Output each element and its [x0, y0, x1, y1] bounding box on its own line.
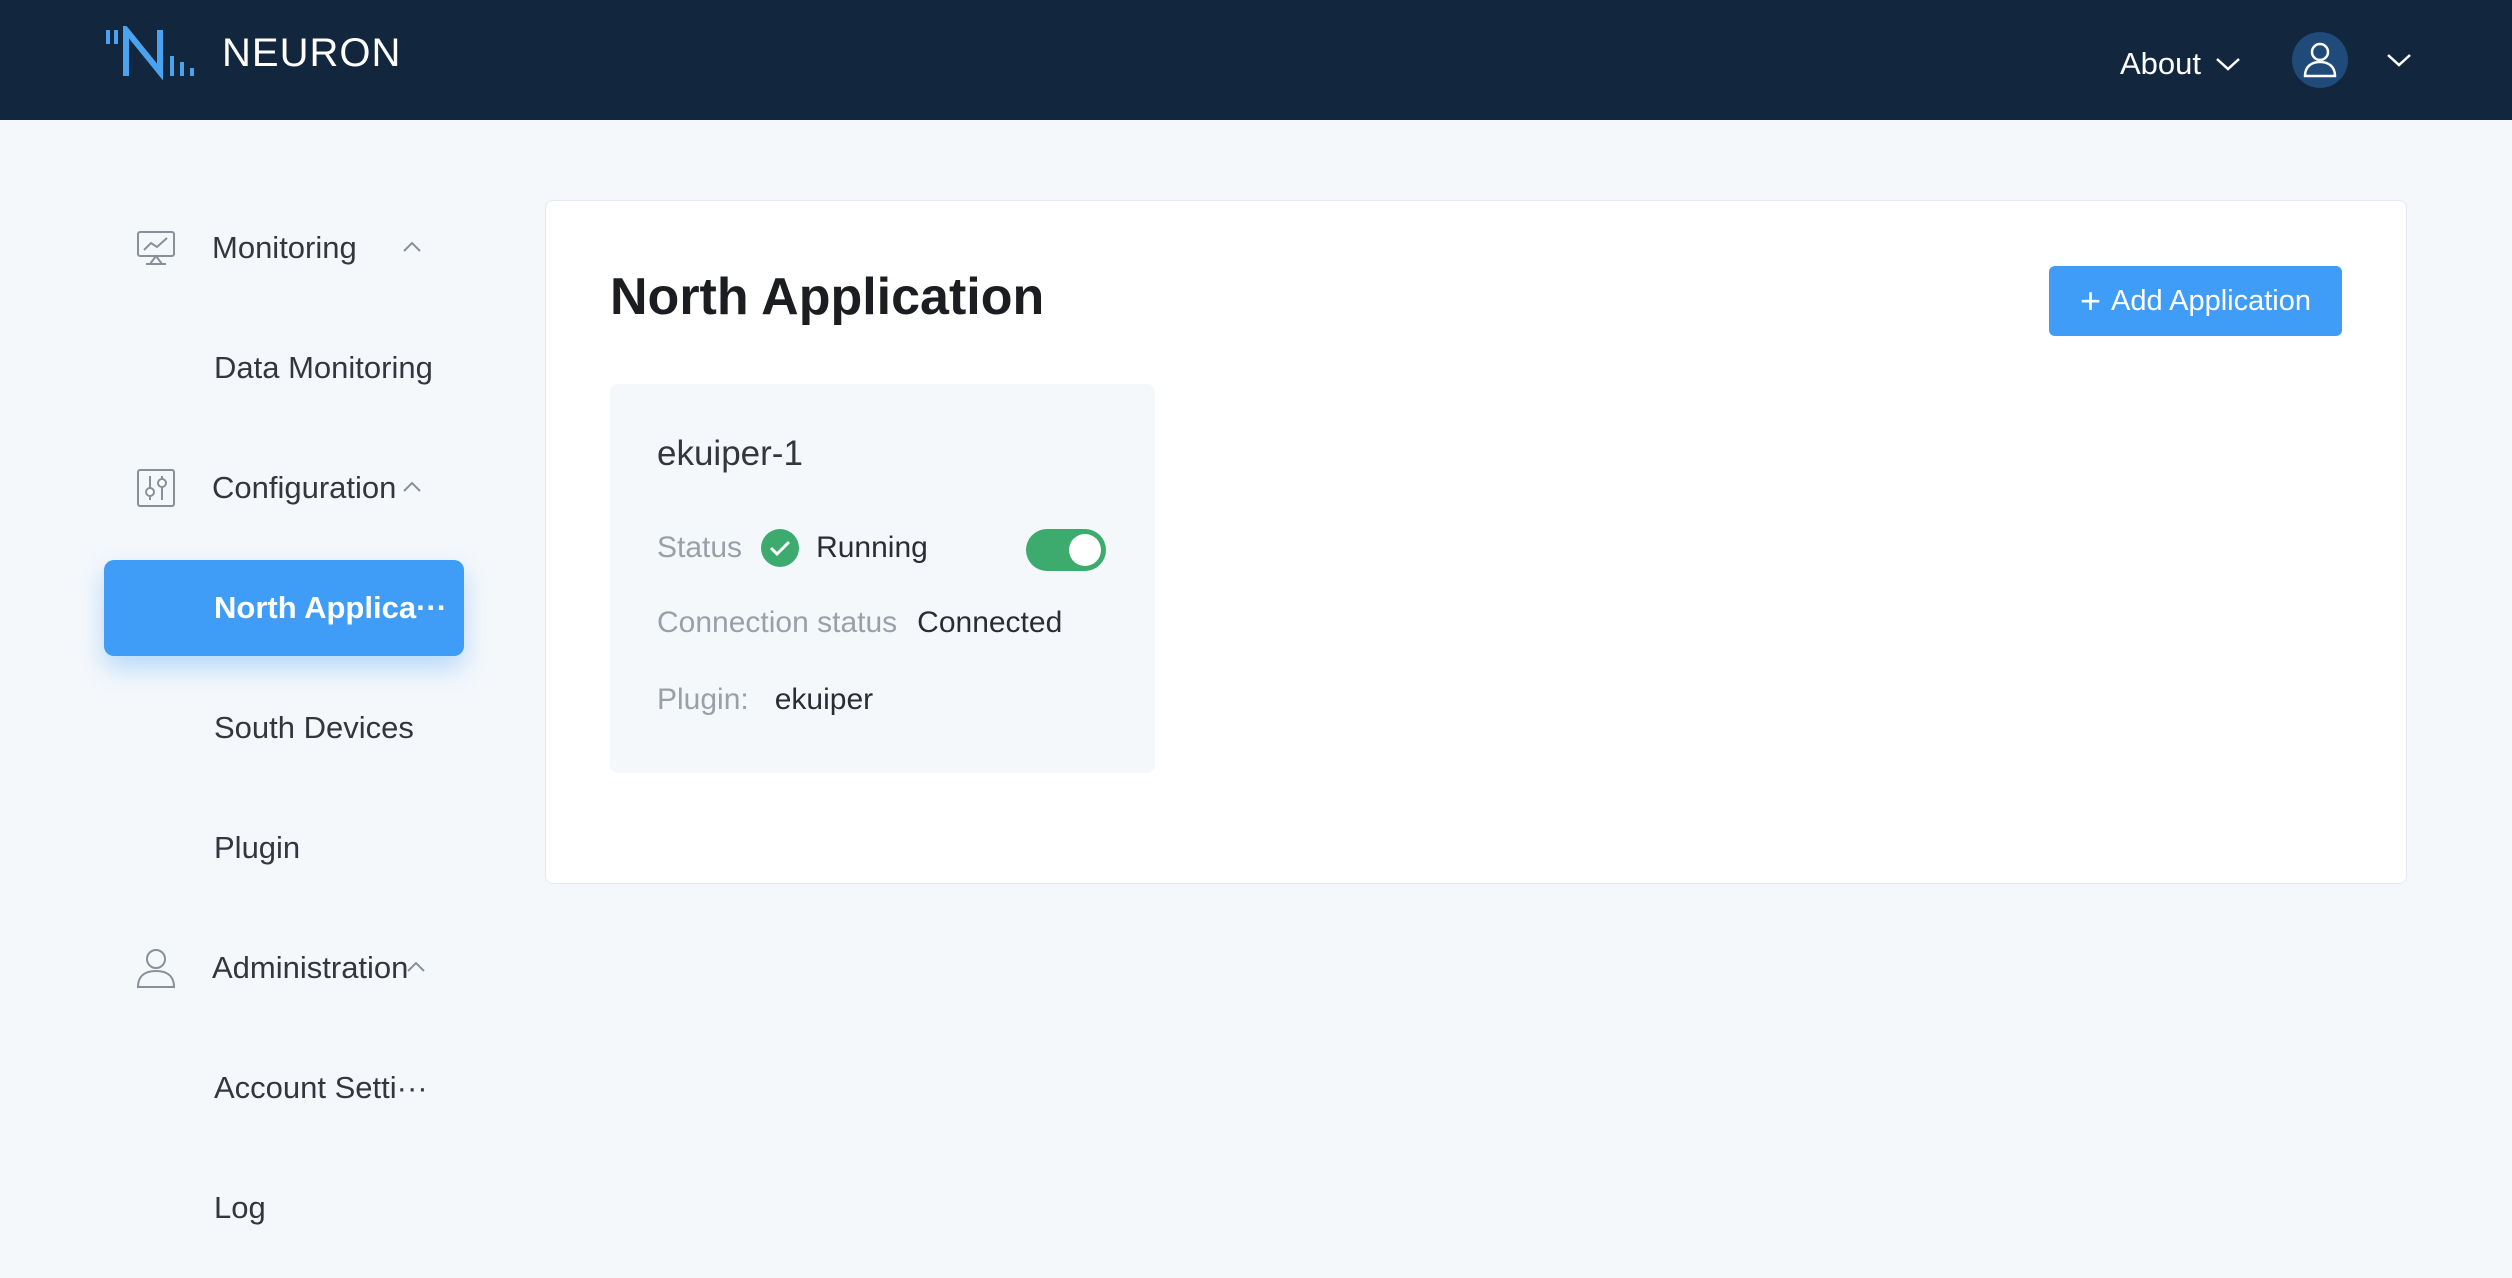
- sidebar-item-label: Account Setti···: [214, 1070, 428, 1105]
- top-header: NEURON About: [0, 0, 2512, 120]
- page-title: North Application: [610, 268, 1045, 326]
- add-application-button[interactable]: + Add Application: [2049, 266, 2342, 336]
- sidebar-item-label: Data Monitoring: [214, 350, 433, 385]
- sidebar-group-monitoring[interactable]: Monitoring: [104, 200, 464, 296]
- sidebar-item-plugin[interactable]: Plugin: [104, 800, 464, 896]
- about-label: About: [2120, 46, 2202, 81]
- sidebar-group-label: Monitoring: [212, 230, 357, 265]
- monitor-chart-icon: [137, 231, 175, 265]
- user-menu[interactable]: [2292, 32, 2412, 88]
- connection-status-label: Connection status: [657, 606, 898, 639]
- status-value: Running: [816, 531, 928, 564]
- sidebar-group-configuration[interactable]: Configuration: [104, 440, 464, 536]
- plugin-label: Plugin:: [657, 683, 749, 716]
- plus-icon: +: [2080, 280, 2102, 321]
- check-circle-icon: [761, 529, 800, 567]
- plugin-value: ekuiper: [774, 683, 874, 716]
- toggle-knob: [1069, 534, 1101, 566]
- connection-status-value: Connected: [917, 606, 1063, 639]
- main-panel: North Application + Add Application ekui…: [545, 200, 2407, 884]
- sidebar-item-label: Plugin: [214, 830, 301, 865]
- sidebar-group-administration[interactable]: Administration: [104, 920, 464, 1016]
- sidebar-item-south-devices[interactable]: South Devices: [104, 680, 464, 776]
- running-toggle[interactable]: [1026, 529, 1106, 571]
- user-icon: [2303, 42, 2337, 78]
- chevron-up-icon: [403, 481, 421, 492]
- sidebar-item-account-settings[interactable]: Account Setti···: [104, 1040, 464, 1136]
- sidebar-item-data-monitoring[interactable]: Data Monitoring: [104, 320, 464, 416]
- chevron-down-icon: [2216, 58, 2240, 71]
- sliders-icon: [137, 469, 175, 507]
- user-icon: [136, 949, 176, 988]
- chevron-up-icon: [407, 961, 425, 972]
- avatar[interactable]: [2292, 32, 2348, 88]
- chevron-down-icon: [2387, 54, 2411, 67]
- sidebar-group-label: Administration: [212, 950, 409, 985]
- plugin-row: Plugin: ekuiper: [657, 683, 873, 717]
- about-menu[interactable]: About: [2120, 40, 2241, 88]
- connection-row: Connection status Connected: [657, 606, 1062, 640]
- neuron-logo-icon: [106, 26, 194, 80]
- sidebar-group-label: Configuration: [212, 470, 397, 505]
- chevron-up-icon: [403, 241, 421, 252]
- application-name: ekuiper-1: [657, 434, 803, 473]
- sidebar: Monitoring Data Monitoring Configuration…: [0, 120, 500, 1278]
- status-row: Status Running: [657, 528, 928, 568]
- sidebar-item-north-applications[interactable]: North Applica···: [104, 560, 464, 656]
- sidebar-item-label: Log: [214, 1190, 266, 1225]
- sidebar-item-label: North Applica···: [214, 590, 448, 625]
- sidebar-item-label: South Devices: [214, 710, 414, 745]
- neuron-logo[interactable]: NEURON: [104, 26, 401, 80]
- app-name: NEURON: [222, 30, 402, 75]
- status-label: Status: [657, 531, 743, 564]
- add-application-label: Add Application: [2111, 284, 2311, 317]
- sidebar-item-log[interactable]: Log: [104, 1160, 464, 1256]
- application-card[interactable]: ekuiper-1 Status Running Connection stat…: [610, 384, 1155, 773]
